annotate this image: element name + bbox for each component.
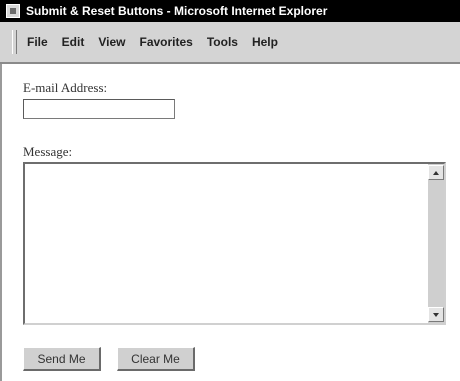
email-field[interactable] bbox=[23, 99, 175, 119]
scroll-down-arrow-icon[interactable] bbox=[428, 307, 444, 322]
browser-window: Submit & Reset Buttons - Microsoft Inter… bbox=[0, 0, 460, 381]
menu-file[interactable]: File bbox=[27, 35, 48, 49]
title-bar: Submit & Reset Buttons - Microsoft Inter… bbox=[0, 0, 460, 22]
clear-button[interactable]: Clear Me bbox=[117, 347, 195, 371]
scroll-up-arrow-icon[interactable] bbox=[428, 165, 444, 180]
window-title: Submit & Reset Buttons - Microsoft Inter… bbox=[26, 4, 328, 18]
menu-view[interactable]: View bbox=[98, 35, 125, 49]
page-content: E-mail Address: Message: Send Me Clear M… bbox=[0, 64, 460, 381]
menu-edit[interactable]: Edit bbox=[62, 35, 85, 49]
menu-favorites[interactable]: Favorites bbox=[139, 35, 192, 49]
message-scrollbar[interactable] bbox=[428, 164, 444, 323]
message-field[interactable] bbox=[25, 164, 429, 323]
message-area bbox=[23, 162, 446, 325]
browser-window-icon bbox=[6, 4, 20, 18]
send-button[interactable]: Send Me bbox=[23, 347, 101, 371]
message-label: Message: bbox=[23, 144, 73, 159]
toolbar-grip[interactable] bbox=[12, 30, 17, 54]
email-label: E-mail Address: bbox=[23, 80, 108, 95]
menu-help[interactable]: Help bbox=[252, 35, 278, 49]
menu-bar: File Edit View Favorites Tools Help bbox=[0, 22, 460, 64]
menu-tools[interactable]: Tools bbox=[207, 35, 238, 49]
